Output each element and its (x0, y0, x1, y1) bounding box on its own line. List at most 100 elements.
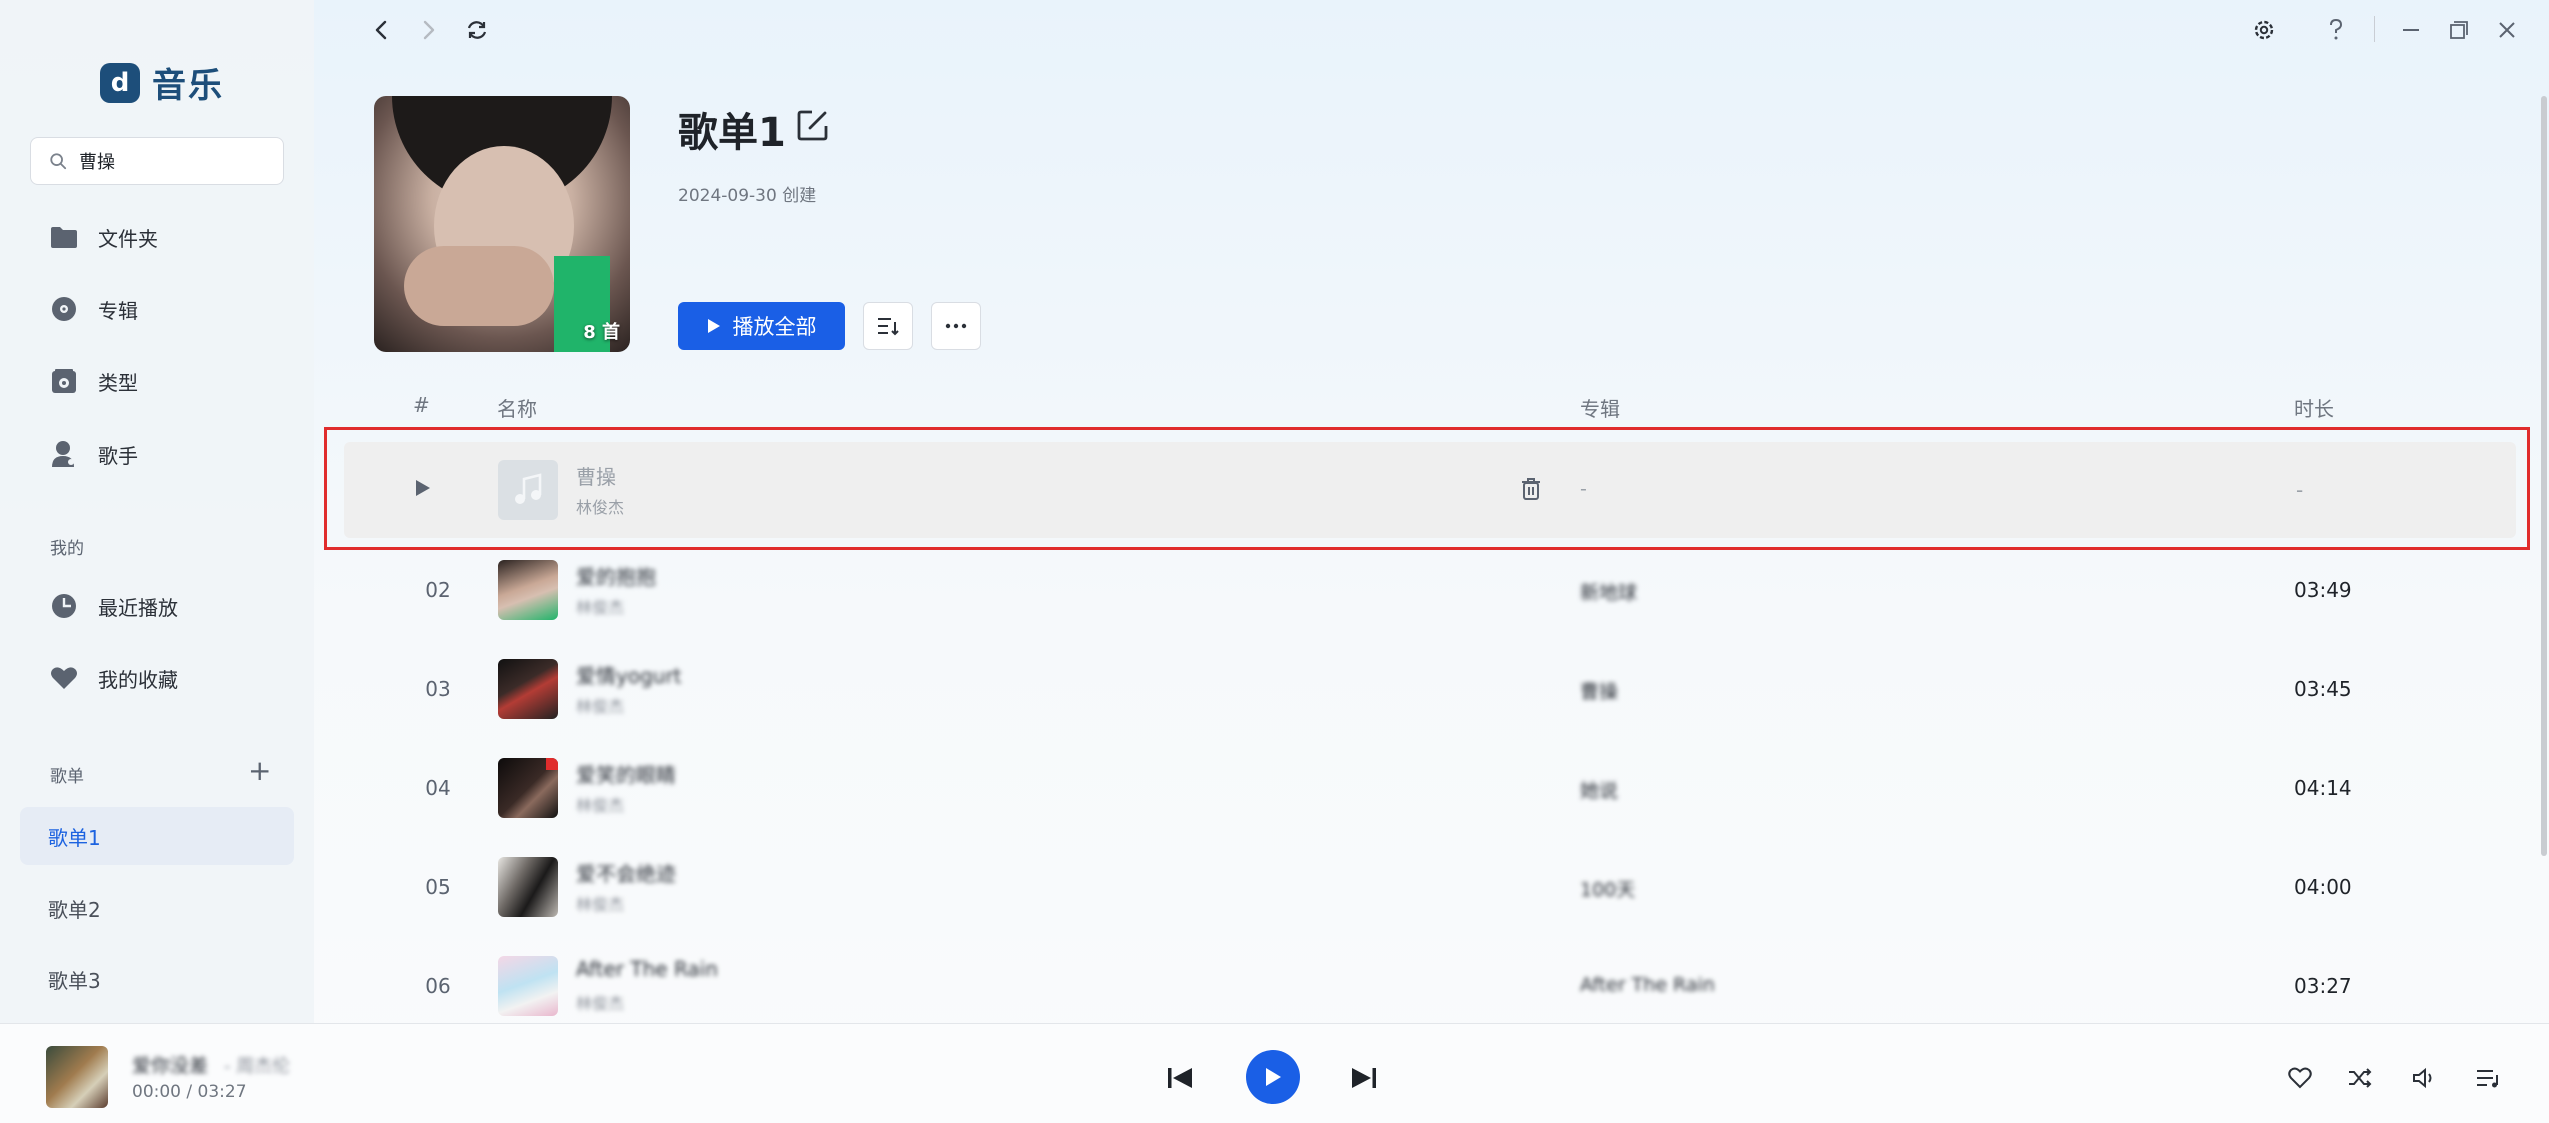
skip-next-icon (1352, 1068, 1376, 1088)
minimize-button[interactable] (2395, 14, 2427, 46)
song-thumbnail (498, 758, 558, 818)
skip-previous-icon (1168, 1068, 1192, 1088)
nav-item-label: 我的收藏 (98, 667, 178, 692)
volume-button[interactable] (2410, 1065, 2438, 1091)
song-title: 爱情yogurt (576, 664, 682, 688)
sidebar-item-playlist3[interactable]: 歌单3 (20, 950, 294, 1008)
song-artist: 林俊杰 (576, 796, 625, 815)
now-playing-artist: - 周杰伦 (224, 1056, 291, 1077)
sidebar-item-playlist2[interactable]: 歌单2 (20, 879, 294, 937)
song-album: 她说 (1580, 780, 1619, 802)
row-play-button[interactable] (414, 478, 432, 502)
nav-item-folder[interactable]: 文件夹 (50, 217, 158, 257)
delete-song-button[interactable] (1520, 477, 1542, 505)
table-row[interactable]: 02 爱的抱抱 林俊杰 新地球 03:49 (344, 542, 2516, 638)
next-button[interactable] (1350, 1066, 1378, 1090)
cover-art (404, 246, 554, 326)
sidebar-item-playlist1[interactable]: 歌单1 (20, 807, 294, 865)
table-row[interactable]: 06 After The Rain 林俊杰 After The Rain 03:… (344, 938, 2516, 1023)
disc-icon (50, 295, 78, 323)
nav-item-singer[interactable]: 歌手 (50, 434, 138, 474)
playlist-label: 歌单1 (48, 825, 101, 850)
column-header-duration: 时长 (2294, 397, 2334, 421)
edit-title-button[interactable] (796, 108, 830, 146)
song-duration: 03:49 (2294, 578, 2352, 602)
page-title: 歌单1 (678, 110, 786, 156)
folder-icon (50, 223, 78, 251)
gear-icon (2254, 20, 2274, 40)
forward-button[interactable] (413, 14, 445, 46)
more-button[interactable] (931, 302, 981, 350)
nav-item-label: 文件夹 (98, 226, 158, 251)
song-title: 爱的抱抱 (576, 565, 656, 589)
table-row[interactable]: 05 爱不会绝迹 林俊杰 100天 04:00 (344, 839, 2516, 935)
scrollbar[interactable] (2541, 96, 2547, 856)
minimize-icon (2403, 29, 2419, 31)
topbar-separator (2374, 16, 2375, 42)
table-row[interactable]: 曹操 林俊杰 - - (344, 442, 2516, 538)
music-note-icon (515, 473, 542, 504)
song-duration: 04:14 (2294, 776, 2352, 800)
song-title: 爱不会绝迹 (576, 862, 676, 886)
chevron-right-icon (423, 20, 435, 40)
song-album: - (1580, 478, 1587, 500)
play-icon (1266, 1068, 1281, 1086)
clock-icon (50, 592, 78, 620)
song-number: 05 (425, 875, 451, 899)
play-icon (707, 319, 720, 333)
playlist-label: 歌单2 (48, 897, 101, 922)
song-number: 04 (425, 776, 451, 800)
playlist-label: 歌单3 (48, 968, 101, 993)
nav-item-label: 最近播放 (98, 595, 178, 620)
nav-item-label: 歌手 (98, 443, 138, 468)
song-title: 曹操 (576, 465, 616, 489)
add-playlist-button[interactable]: + (248, 757, 271, 785)
search-input[interactable] (79, 150, 269, 172)
more-icon (945, 323, 967, 329)
table-row[interactable]: 04 爱笑的眼睛 林俊杰 她说 04:14 (344, 740, 2516, 836)
song-number: 02 (425, 578, 451, 602)
previous-button[interactable] (1166, 1066, 1194, 1090)
song-thumbnail (498, 460, 558, 520)
play-all-button[interactable]: 播放全部 (678, 302, 845, 350)
search-box[interactable] (30, 137, 284, 185)
song-title: After The Rain (576, 957, 718, 981)
song-duration: 03:45 (2294, 677, 2352, 701)
close-button[interactable] (2491, 14, 2523, 46)
playlist-cover: 8 首 (374, 96, 630, 352)
column-header-num: # (413, 393, 430, 417)
refresh-button[interactable] (461, 14, 493, 46)
section-label-mine: 我的 (50, 539, 84, 559)
help-button[interactable] (2320, 14, 2352, 46)
play-pause-button[interactable] (1246, 1050, 1300, 1104)
app-logo: d 音乐 (100, 58, 224, 107)
sidebar: d 音乐 文件夹 专辑 类型 歌手 我的 (0, 0, 314, 1023)
search-icon (50, 153, 67, 170)
nav-item-genre[interactable]: 类型 (50, 361, 138, 401)
song-thumbnail (498, 857, 558, 917)
close-icon (2499, 22, 2515, 38)
now-playing-cover[interactable] (46, 1046, 108, 1108)
queue-button[interactable] (2474, 1065, 2502, 1091)
restore-icon (2450, 21, 2468, 39)
playlist-icon (2477, 1070, 2498, 1088)
playback-time: 00:00 / 03:27 (132, 1082, 247, 1102)
heart-icon (50, 664, 78, 692)
song-title: 爱笑的眼睛 (576, 763, 676, 787)
settings-button[interactable] (2248, 14, 2280, 46)
song-thumbnail (498, 956, 558, 1016)
table-row[interactable]: 03 爱情yogurt 林俊杰 曹操 03:45 (344, 641, 2516, 737)
favorite-button[interactable] (2286, 1065, 2314, 1091)
play-all-label: 播放全部 (732, 316, 817, 339)
back-button[interactable] (365, 14, 397, 46)
song-album: 新地球 (1580, 582, 1638, 604)
maximize-button[interactable] (2443, 14, 2475, 46)
nav-item-recent[interactable]: 最近播放 (50, 586, 178, 626)
nav-item-favorites[interactable]: 我的收藏 (50, 658, 178, 698)
song-duration: - (2296, 478, 2304, 502)
nav-item-album[interactable]: 专辑 (50, 289, 138, 329)
shuffle-button[interactable] (2346, 1065, 2374, 1091)
volume-icon (2413, 1067, 2432, 1089)
play-icon (416, 480, 430, 496)
sort-button[interactable] (863, 302, 913, 350)
